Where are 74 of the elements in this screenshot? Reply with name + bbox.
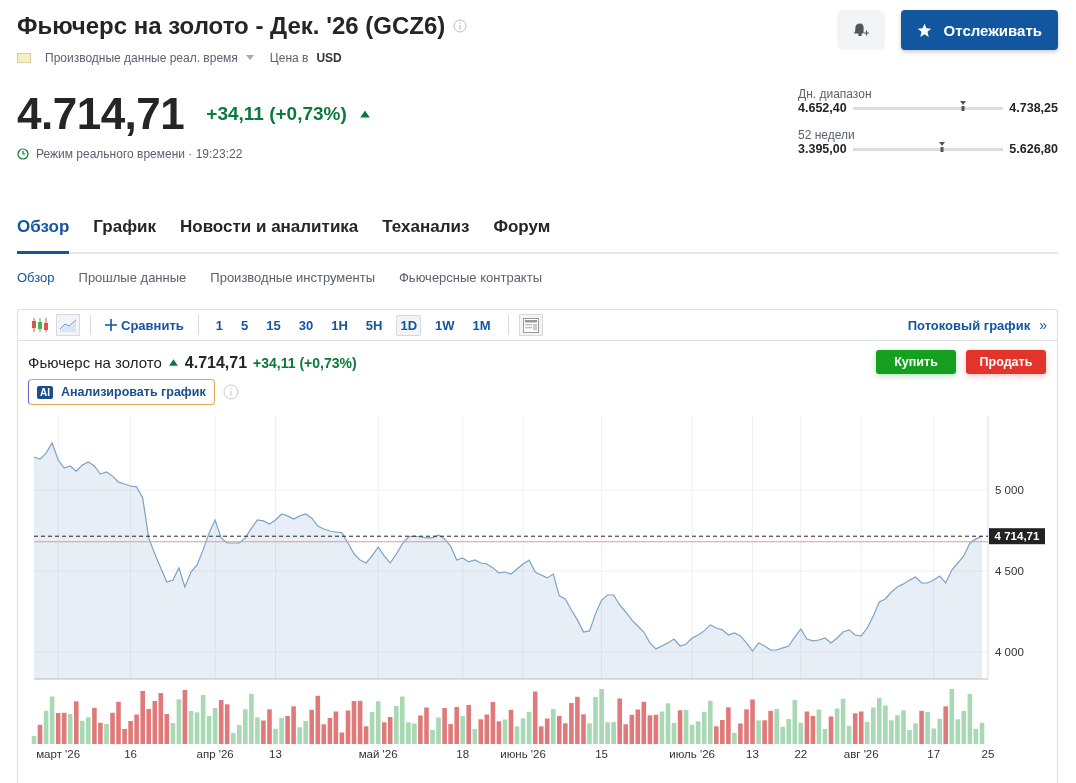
range-high: 4.738,25: [1009, 101, 1058, 115]
ref-line-label: 4 714,71: [994, 530, 1040, 543]
currency-label: Цена в: [269, 51, 309, 65]
streaming-chart-link[interactable]: Потоковый график: [907, 317, 1031, 333]
alert-button[interactable]: [836, 10, 885, 50]
x-axis-label: 13: [746, 748, 759, 760]
interval-button[interactable]: 5: [237, 314, 253, 336]
caret-icon[interactable]: [245, 55, 254, 61]
interval-button[interactable]: 1D: [396, 314, 422, 336]
flag-icon: [17, 53, 31, 63]
candlestick-icon: [31, 317, 49, 333]
sub-tab[interactable]: Обзор: [17, 270, 55, 285]
range-low: 3.395,00: [798, 142, 847, 156]
x-axis-label: 25: [981, 748, 995, 760]
star-icon: [916, 22, 932, 38]
layout-icon: [522, 317, 539, 333]
last-price: 4.714,71: [17, 89, 185, 139]
price-change: +34,11 (+0,73%): [206, 103, 347, 125]
x-axis-label: июнь '26: [500, 748, 546, 760]
nav-tab[interactable]: Новости и аналитика: [179, 209, 359, 254]
instrument-name: Фьючерс на золото: [28, 354, 162, 371]
chart-price: 4.714,71: [184, 353, 248, 372]
chart-type-button[interactable]: [56, 314, 80, 336]
market-status: Режим реального времени · 19:23:22: [36, 147, 243, 161]
clock-icon: [17, 148, 29, 160]
x-axis-label: 15: [595, 748, 608, 760]
sub-tab[interactable]: Прошлые данные: [78, 270, 187, 285]
data-source-dropdown[interactable]: Производные данные реал. время: [45, 51, 238, 65]
x-axis-label: 18: [456, 748, 470, 760]
range-high: 5.626,80: [1009, 142, 1058, 156]
y-axis-label: 4 500: [995, 565, 1024, 577]
range-label: Дн. диапазон: [798, 87, 873, 101]
plus-icon: [105, 319, 117, 331]
y-axis-label: 5 000: [995, 484, 1024, 496]
x-axis-label: май '26: [358, 748, 398, 760]
x-axis-label: 16: [124, 748, 137, 760]
double-chevron[interactable]: »: [1039, 317, 1047, 333]
x-axis-label: 13: [269, 748, 282, 760]
chart-change: +34,11 (+0,73%): [253, 354, 357, 371]
interval-button[interactable]: 15: [262, 314, 285, 336]
nav-tab[interactable]: Теханализ: [382, 209, 470, 254]
x-axis-label: авг '26: [843, 748, 879, 760]
sub-tab[interactable]: Фьючерсные контракты: [399, 270, 542, 285]
interval-button[interactable]: 30: [294, 314, 318, 336]
info-icon[interactable]: [222, 384, 239, 400]
range-low: 4.652,40: [798, 101, 847, 115]
watch-button[interactable]: Отслеживать: [900, 10, 1058, 50]
layout-button[interactable]: [518, 314, 543, 336]
ai-badge: AI: [37, 385, 53, 399]
y-axis-label: 4 000: [995, 645, 1024, 658]
x-axis-label: июль '26: [669, 748, 715, 760]
x-axis-label: 17: [927, 748, 941, 760]
price-tag: 4 714,71: [989, 528, 1045, 545]
page-title: Фьючерс на золото - Дек. '26 (GCZ6): [17, 12, 446, 40]
interval-button[interactable]: 1: [211, 314, 227, 336]
x-axis-label: 22: [794, 748, 808, 760]
interval-button[interactable]: 5H: [361, 314, 387, 336]
nav-tab[interactable]: Обзор: [17, 209, 70, 254]
x-axis-label: март '26: [36, 748, 81, 760]
nav-tab[interactable]: График: [93, 209, 156, 254]
currency-value: USD: [316, 51, 342, 65]
range-label: 52 недели: [798, 128, 856, 142]
sell-button[interactable]: Продать: [966, 350, 1046, 374]
compare-button[interactable]: Сравнить: [101, 317, 188, 333]
sub-tab[interactable]: Производные инструменты: [210, 270, 375, 285]
nav-tab[interactable]: Форум: [493, 209, 551, 254]
x-axis-label: апр '26: [196, 748, 234, 760]
info-icon[interactable]: [453, 19, 468, 33]
interval-button[interactable]: 1H: [327, 314, 352, 336]
interval-button[interactable]: 1M: [468, 314, 495, 336]
area-chart-icon: [59, 317, 77, 333]
analyze-chart-button[interactable]: AI Анализировать график: [28, 379, 215, 405]
bell-plus-icon: [851, 21, 870, 39]
interval-button[interactable]: 1W: [431, 314, 459, 336]
